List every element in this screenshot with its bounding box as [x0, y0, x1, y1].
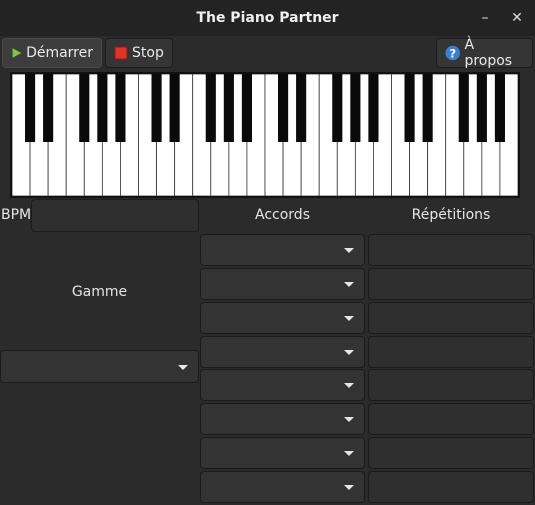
play-icon	[12, 48, 22, 58]
repetitions-input[interactable]	[368, 471, 534, 503]
repetitions-input[interactable]	[368, 369, 534, 401]
chevron-down-icon	[344, 451, 354, 456]
black-key[interactable]	[404, 74, 415, 142]
repetitions-input[interactable]	[368, 437, 534, 469]
scale-select[interactable]	[0, 350, 199, 383]
piano-keyboard[interactable]	[10, 72, 520, 198]
black-key[interactable]	[296, 74, 307, 142]
about-button-label: À propos	[464, 37, 513, 69]
black-key[interactable]	[205, 74, 216, 142]
stop-button-label: Stop	[132, 45, 164, 61]
chevron-down-icon	[344, 316, 354, 321]
piano-keys[interactable]	[11, 73, 519, 197]
repetitions-input[interactable]	[368, 403, 534, 435]
chevron-down-icon	[344, 248, 354, 253]
bpm-input[interactable]	[31, 199, 199, 232]
chord-select[interactable]	[200, 403, 365, 435]
repetitions-input[interactable]	[368, 302, 534, 334]
repetitions-header: Répétitions	[411, 207, 491, 223]
start-button[interactable]: Démarrer	[2, 38, 102, 68]
chord-select[interactable]	[200, 369, 365, 401]
about-button[interactable]: ? À propos	[436, 37, 533, 69]
stop-button[interactable]: Stop	[105, 38, 173, 68]
chords-header: Accords	[255, 207, 310, 223]
black-key[interactable]	[79, 74, 90, 142]
chord-select[interactable]	[200, 302, 365, 334]
chevron-down-icon	[344, 350, 354, 355]
close-button[interactable]: ✕	[505, 6, 529, 30]
black-key[interactable]	[494, 74, 505, 142]
repetitions-input[interactable]	[368, 336, 534, 368]
svg-text:?: ?	[449, 46, 456, 60]
black-key[interactable]	[368, 74, 379, 142]
title-bar: The Piano Partner – ✕	[0, 0, 535, 37]
chevron-down-icon	[344, 282, 354, 287]
chord-select[interactable]	[200, 336, 365, 368]
repetitions-input[interactable]	[368, 234, 534, 266]
chord-select[interactable]	[200, 268, 365, 300]
chevron-down-icon	[344, 383, 354, 388]
chord-select[interactable]	[200, 471, 365, 503]
chevron-down-icon	[344, 485, 354, 490]
black-key[interactable]	[169, 74, 180, 142]
help-icon: ?	[445, 45, 460, 60]
start-button-label: Démarrer	[26, 45, 93, 61]
black-key[interactable]	[97, 74, 108, 142]
window-title: The Piano Partner	[196, 10, 339, 26]
toolbar: Démarrer Stop ? À propos	[0, 36, 535, 72]
bpm-label: BPM	[1, 207, 32, 223]
stop-icon	[114, 46, 128, 60]
chevron-down-icon	[178, 364, 188, 370]
black-key[interactable]	[476, 74, 487, 142]
black-key[interactable]	[115, 74, 126, 142]
chevron-down-icon	[344, 417, 354, 422]
black-key[interactable]	[241, 74, 252, 142]
chord-select[interactable]	[200, 234, 365, 266]
minimize-button[interactable]: –	[473, 6, 497, 30]
black-key[interactable]	[43, 74, 54, 142]
black-key[interactable]	[25, 74, 36, 142]
scale-label: Gamme	[71, 284, 128, 300]
black-key[interactable]	[278, 74, 289, 142]
black-key[interactable]	[151, 74, 162, 142]
black-key[interactable]	[223, 74, 234, 142]
black-key[interactable]	[332, 74, 343, 142]
black-key[interactable]	[458, 74, 469, 142]
chord-select[interactable]	[200, 437, 365, 469]
repetitions-input[interactable]	[368, 268, 534, 300]
black-key[interactable]	[422, 74, 433, 142]
black-key[interactable]	[350, 74, 361, 142]
